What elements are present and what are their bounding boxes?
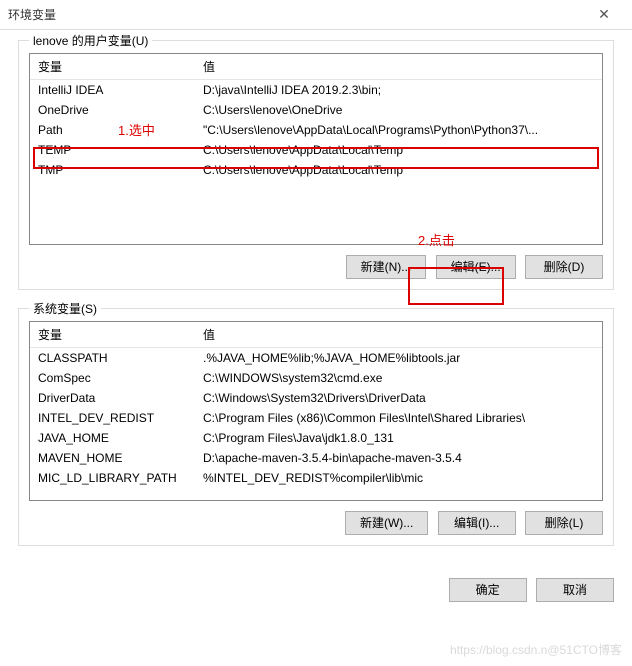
user-vars-table-wrap[interactable]: 变量 值 IntelliJ IDEAD:\java\IntelliJ IDEA … [29,53,603,245]
table-row[interactable]: TMPC:\Users\lenove\AppData\Local\Temp [30,160,602,180]
col-val[interactable]: 值 [195,54,602,80]
window-title: 环境变量 [8,6,584,23]
table-row[interactable]: MAVEN_HOMED:\apache-maven-3.5.4-bin\apac… [30,448,602,468]
table-row[interactable]: ComSpecC:\WINDOWS\system32\cmd.exe [30,368,602,388]
table-row[interactable]: JAVA_HOMEC:\Program Files\Java\jdk1.8.0_… [30,428,602,448]
table-row[interactable]: Path"C:\Users\lenove\AppData\Local\Progr… [30,120,602,140]
system-edit-button[interactable]: 编辑(I)... [438,511,516,535]
system-vars-legend: 系统变量(S) [29,300,101,317]
table-row[interactable]: DriverDataC:\Windows\System32\Drivers\Dr… [30,388,602,408]
cancel-button[interactable]: 取消 [536,578,614,602]
system-vars-group: 系统变量(S) 变量 值 CLASSPATH.%JAVA_HOME%lib;%J… [18,308,614,546]
footer-row: 确定 取消 [0,572,632,614]
system-new-button[interactable]: 新建(W)... [345,511,428,535]
ok-button[interactable]: 确定 [449,578,527,602]
user-btn-row: 新建(N)... 编辑(E)... 删除(D) [29,255,603,279]
close-icon[interactable]: ✕ [584,6,624,23]
watermark: https://blog.csdn.n@51CTO博客 [450,641,622,658]
system-vars-table: 变量 值 CLASSPATH.%JAVA_HOME%lib;%JAVA_HOME… [30,322,602,488]
user-vars-table: 变量 值 IntelliJ IDEAD:\java\IntelliJ IDEA … [30,54,602,180]
table-row[interactable]: MIC_LD_LIBRARY_PATH%INTEL_DEV_REDIST%com… [30,468,602,488]
col-var[interactable]: 变量 [30,322,195,348]
table-row[interactable]: TEMPC:\Users\lenove\AppData\Local\Temp [30,140,602,160]
col-var[interactable]: 变量 [30,54,195,80]
system-btn-row: 新建(W)... 编辑(I)... 删除(L) [29,511,603,535]
user-edit-button[interactable]: 编辑(E)... [436,255,516,279]
dialog-body: lenove 的用户变量(U) 变量 值 IntelliJ IDEAD:\jav… [0,30,632,572]
table-row[interactable]: IntelliJ IDEAD:\java\IntelliJ IDEA 2019.… [30,80,602,101]
titlebar: 环境变量 ✕ [0,0,632,30]
table-row[interactable]: INTEL_DEV_REDISTC:\Program Files (x86)\C… [30,408,602,428]
system-delete-button[interactable]: 删除(L) [525,511,603,535]
table-row[interactable]: CLASSPATH.%JAVA_HOME%lib;%JAVA_HOME%libt… [30,348,602,369]
table-row[interactable]: OneDriveC:\Users\lenove\OneDrive [30,100,602,120]
user-new-button[interactable]: 新建(N)... [346,255,427,279]
user-delete-button[interactable]: 删除(D) [525,255,603,279]
col-val[interactable]: 值 [195,322,602,348]
user-vars-legend: lenove 的用户变量(U) [29,32,152,49]
system-vars-table-wrap[interactable]: 变量 值 CLASSPATH.%JAVA_HOME%lib;%JAVA_HOME… [29,321,603,501]
user-vars-group: lenove 的用户变量(U) 变量 值 IntelliJ IDEAD:\jav… [18,40,614,290]
